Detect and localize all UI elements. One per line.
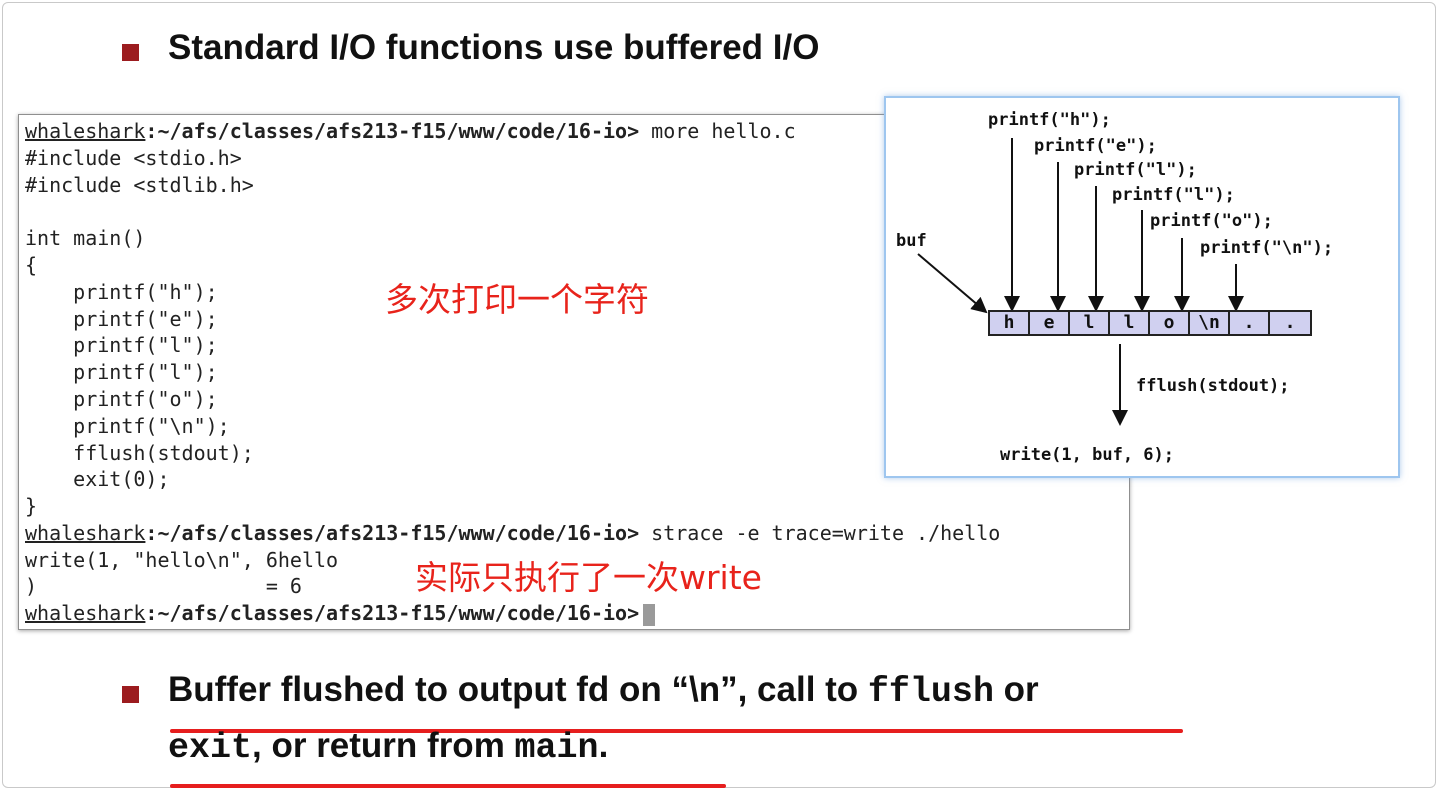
command-more: more hello.c [639,119,796,143]
prompt-host: whaleshark [25,521,146,545]
code-line: printf("\n"); [25,414,230,438]
bullet-bottom-text: or [993,670,1039,709]
prompt-path: :~/afs/classes/afs213-f15/www/code/16-io… [145,119,640,143]
bullet-bottom-line-1: Buffer flushed to output fd on “\n”, cal… [168,670,1039,712]
buffer-diagram: printf("h"); printf("e"); printf("l"); p… [884,96,1400,478]
strace-output-line: ) = 6 [25,574,302,598]
buffer-cell: h [990,312,1030,334]
code-line: printf("l"); [25,333,218,357]
bullet-bottom-text: Buffer flushed to output fd on “\n”, cal… [168,670,868,709]
annotation-single-write: 实际只执行了一次write [411,551,766,599]
bullet-bottom-text: , or return from [252,726,515,765]
diagram-arrows [917,138,1244,426]
code-line: int main() [25,226,146,250]
bullet-top-text: Standard I/O functions use buffered I/O [168,28,820,67]
bullet-bottom-text: . [598,726,609,765]
code-line: exit(0); [25,467,170,491]
code-line: printf("o"); [25,387,218,411]
code-line: { [25,253,38,277]
buffer-cell: o [1150,312,1190,334]
command-strace: strace -e trace=write ./hello [639,521,1001,545]
code-line: printf("h"); [25,280,218,304]
terminal-prompt-2: whaleshark:~/afs/classes/afs213-f15/www/… [25,520,1000,546]
prompt-path: :~/afs/classes/afs213-f15/www/code/16-io… [145,521,640,545]
underline-line-2 [170,784,726,788]
terminal-prompt-3: whaleshark:~/afs/classes/afs213-f15/www/… [25,600,656,626]
code-line: printf("e"); [25,307,218,331]
code-line: fflush(stdout); [25,441,254,465]
code-fflush: fflush [867,672,994,712]
prompt-host: whaleshark [25,601,146,625]
terminal-prompt-1: whaleshark:~/afs/classes/afs213-f15/www/… [25,118,796,144]
code-exit: exit [168,728,253,768]
buffer-cell: . [1230,312,1270,334]
buffer-cell: l [1070,312,1110,334]
code-line: #include <stdio.h> [25,146,242,170]
buffer-cell: \n [1190,312,1230,334]
code-line: printf("l"); [25,360,218,384]
bullet-marker-top [122,44,139,61]
buffer-cells: h e l l o \n . . [988,310,1312,336]
code-main: main [514,728,599,768]
terminal-cursor[interactable] [643,603,656,626]
prompt-host: whaleshark [25,119,146,143]
code-line: } [25,494,38,518]
buffer-cell: e [1030,312,1070,334]
prompt-path: :~/afs/classes/afs213-f15/www/code/16-io… [145,601,640,625]
bullet-marker-bottom [122,686,139,703]
bullet-bottom-line-2: exit, or return from main. [168,726,608,768]
buffer-cell: . [1284,312,1296,333]
annotation-multiple-prints: 多次打印一个字符 [381,271,653,323]
diagram-flush-label: fflush(stdout); [1136,376,1290,396]
strace-output-line: write(1, "hello\n", 6hello [25,548,339,572]
diagram-write-label: write(1, buf, 6); [1000,445,1174,465]
buffer-cell: l [1110,312,1150,334]
code-line: #include <stdlib.h> [25,173,254,197]
